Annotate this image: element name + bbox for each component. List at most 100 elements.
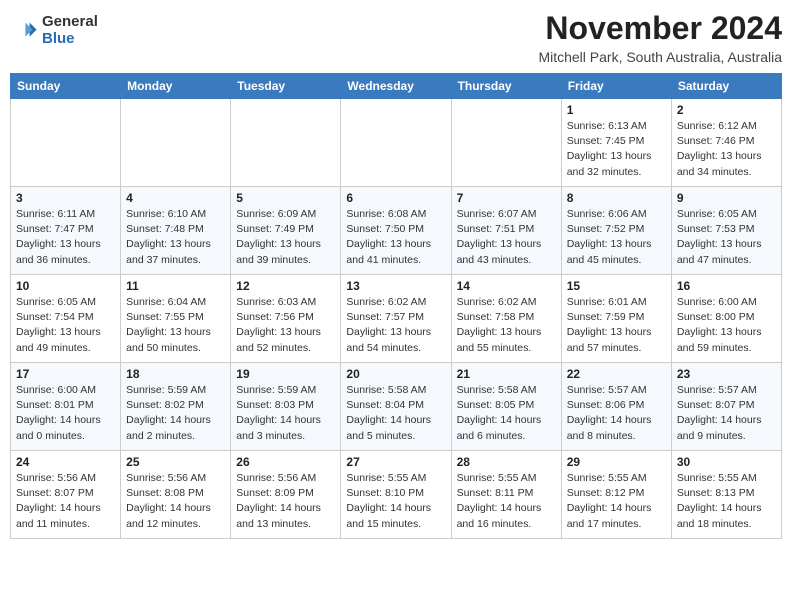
day-info: Sunrise: 5:56 AM Sunset: 8:09 PM Dayligh… — [236, 471, 335, 532]
calendar-table: SundayMondayTuesdayWednesdayThursdayFrid… — [10, 73, 782, 539]
day-number: 2 — [677, 103, 776, 117]
day-number: 4 — [126, 191, 225, 205]
day-info: Sunrise: 5:55 AM Sunset: 8:13 PM Dayligh… — [677, 471, 776, 532]
day-info: Sunrise: 5:58 AM Sunset: 8:04 PM Dayligh… — [346, 383, 445, 444]
calendar-cell: 10Sunrise: 6:05 AM Sunset: 7:54 PM Dayli… — [11, 275, 121, 363]
day-info: Sunrise: 6:02 AM Sunset: 7:57 PM Dayligh… — [346, 295, 445, 356]
day-info: Sunrise: 6:02 AM Sunset: 7:58 PM Dayligh… — [457, 295, 556, 356]
day-info: Sunrise: 6:12 AM Sunset: 7:46 PM Dayligh… — [677, 119, 776, 180]
calendar-cell: 20 Sunrise: 5:58 AM Sunset: 8:04 PM Dayli… — [341, 363, 451, 451]
day-info: Sunrise: 5:57 AM Sunset: 8:07 PM Dayligh… — [677, 383, 776, 444]
day-number: 25 — [126, 455, 225, 469]
day-number: 5 — [236, 191, 335, 205]
calendar-cell: 19 Sunrise: 5:59 AM Sunset: 8:03 PM Dayli… — [231, 363, 341, 451]
day-number: 3 — [16, 191, 115, 205]
calendar-cell: 15Sunrise: 6:01 AM Sunset: 7:59 PM Dayli… — [561, 275, 671, 363]
day-number: 6 — [346, 191, 445, 205]
calendar-cell: 30 Sunrise: 5:55 AM Sunset: 8:13 PM Dayli… — [671, 451, 781, 539]
day-info: Sunrise: 6:05 AM Sunset: 7:53 PM Dayligh… — [677, 207, 776, 268]
calendar-cell: 14Sunrise: 6:02 AM Sunset: 7:58 PM Dayli… — [451, 275, 561, 363]
column-header-monday: Monday — [121, 74, 231, 99]
calendar-cell: 9 Sunrise: 6:05 AM Sunset: 7:53 PM Daylig… — [671, 187, 781, 275]
calendar-header-row: SundayMondayTuesdayWednesdayThursdayFrid… — [11, 74, 782, 99]
day-number: 11 — [126, 279, 225, 293]
day-info: Sunrise: 6:06 AM Sunset: 7:52 PM Dayligh… — [567, 207, 666, 268]
logo-general-text: General — [42, 14, 98, 31]
day-number: 26 — [236, 455, 335, 469]
day-number: 20 — [346, 367, 445, 381]
calendar-cell: 16 Sunrise: 6:00 AM Sunset: 8:00 PM Dayli… — [671, 275, 781, 363]
calendar-cell: 12 Sunrise: 6:03 AM Sunset: 7:56 PM Dayli… — [231, 275, 341, 363]
day-number: 19 — [236, 367, 335, 381]
calendar-cell: 22Sunrise: 5:57 AM Sunset: 8:06 PM Dayli… — [561, 363, 671, 451]
day-number: 17 — [16, 367, 115, 381]
calendar-cell — [451, 99, 561, 187]
title-block: November 2024 Mitchell Park, South Austr… — [538, 10, 782, 65]
calendar-week-row: 17Sunrise: 6:00 AM Sunset: 8:01 PM Dayli… — [11, 363, 782, 451]
calendar-cell: 7 Sunrise: 6:07 AM Sunset: 7:51 PM Daylig… — [451, 187, 561, 275]
day-info: Sunrise: 6:07 AM Sunset: 7:51 PM Dayligh… — [457, 207, 556, 268]
day-number: 7 — [457, 191, 556, 205]
day-number: 30 — [677, 455, 776, 469]
calendar-cell: 13 Sunrise: 6:02 AM Sunset: 7:57 PM Dayli… — [341, 275, 451, 363]
day-number: 18 — [126, 367, 225, 381]
day-info: Sunrise: 5:59 AM Sunset: 8:03 PM Dayligh… — [236, 383, 335, 444]
calendar-cell: 1Sunrise: 6:13 AM Sunset: 7:45 PM Daylig… — [561, 99, 671, 187]
day-info: Sunrise: 6:05 AM Sunset: 7:54 PM Dayligh… — [16, 295, 115, 356]
logo-blue-text: Blue — [42, 31, 98, 48]
column-header-tuesday: Tuesday — [231, 74, 341, 99]
day-number: 23 — [677, 367, 776, 381]
calendar-cell: 3 Sunrise: 6:11 AM Sunset: 7:47 PM Daylig… — [11, 187, 121, 275]
calendar-week-row: 24Sunrise: 5:56 AM Sunset: 8:07 PM Dayli… — [11, 451, 782, 539]
day-info: Sunrise: 6:09 AM Sunset: 7:49 PM Dayligh… — [236, 207, 335, 268]
calendar-cell: 11 Sunrise: 6:04 AM Sunset: 7:55 PM Dayli… — [121, 275, 231, 363]
day-number: 16 — [677, 279, 776, 293]
day-number: 27 — [346, 455, 445, 469]
day-number: 1 — [567, 103, 666, 117]
day-info: Sunrise: 6:00 AM Sunset: 8:00 PM Dayligh… — [677, 295, 776, 356]
calendar-week-row: 1Sunrise: 6:13 AM Sunset: 7:45 PM Daylig… — [11, 99, 782, 187]
calendar-cell: 29 Sunrise: 5:55 AM Sunset: 8:12 PM Dayli… — [561, 451, 671, 539]
day-info: Sunrise: 6:03 AM Sunset: 7:56 PM Dayligh… — [236, 295, 335, 356]
calendar-cell: 28 Sunrise: 5:55 AM Sunset: 8:11 PM Dayli… — [451, 451, 561, 539]
day-number: 28 — [457, 455, 556, 469]
calendar-cell: 8 Sunrise: 6:06 AM Sunset: 7:52 PM Daylig… — [561, 187, 671, 275]
column-header-thursday: Thursday — [451, 74, 561, 99]
calendar-cell: 5 Sunrise: 6:09 AM Sunset: 7:49 PM Daylig… — [231, 187, 341, 275]
calendar-cell: 2 Sunrise: 6:12 AM Sunset: 7:46 PM Daylig… — [671, 99, 781, 187]
logo: General Blue — [10, 14, 98, 47]
day-number: 13 — [346, 279, 445, 293]
calendar-cell: 18 Sunrise: 5:59 AM Sunset: 8:02 PM Dayli… — [121, 363, 231, 451]
location-subtitle: Mitchell Park, South Australia, Australi… — [538, 49, 782, 65]
day-info: Sunrise: 6:04 AM Sunset: 7:55 PM Dayligh… — [126, 295, 225, 356]
calendar-cell — [341, 99, 451, 187]
calendar-cell — [231, 99, 341, 187]
calendar-cell: 24Sunrise: 5:56 AM Sunset: 8:07 PM Dayli… — [11, 451, 121, 539]
page-header: General Blue November 2024 Mitchell Park… — [10, 10, 782, 65]
logo-icon — [10, 17, 38, 45]
calendar-cell: 25 Sunrise: 5:56 AM Sunset: 8:08 PM Dayli… — [121, 451, 231, 539]
calendar-cell: 27Sunrise: 5:55 AM Sunset: 8:10 PM Dayli… — [341, 451, 451, 539]
calendar-week-row: 10Sunrise: 6:05 AM Sunset: 7:54 PM Dayli… — [11, 275, 782, 363]
day-number: 9 — [677, 191, 776, 205]
day-number: 29 — [567, 455, 666, 469]
month-title: November 2024 — [538, 10, 782, 47]
day-number: 21 — [457, 367, 556, 381]
day-number: 8 — [567, 191, 666, 205]
calendar-cell — [121, 99, 231, 187]
day-info: Sunrise: 5:59 AM Sunset: 8:02 PM Dayligh… — [126, 383, 225, 444]
day-info: Sunrise: 6:08 AM Sunset: 7:50 PM Dayligh… — [346, 207, 445, 268]
calendar-cell: 6 Sunrise: 6:08 AM Sunset: 7:50 PM Daylig… — [341, 187, 451, 275]
calendar-cell: 21Sunrise: 5:58 AM Sunset: 8:05 PM Dayli… — [451, 363, 561, 451]
day-number: 12 — [236, 279, 335, 293]
day-info: Sunrise: 6:01 AM Sunset: 7:59 PM Dayligh… — [567, 295, 666, 356]
day-info: Sunrise: 6:11 AM Sunset: 7:47 PM Dayligh… — [16, 207, 115, 268]
calendar-cell: 17Sunrise: 6:00 AM Sunset: 8:01 PM Dayli… — [11, 363, 121, 451]
day-info: Sunrise: 6:10 AM Sunset: 7:48 PM Dayligh… — [126, 207, 225, 268]
day-info: Sunrise: 5:56 AM Sunset: 8:07 PM Dayligh… — [16, 471, 115, 532]
day-info: Sunrise: 5:55 AM Sunset: 8:12 PM Dayligh… — [567, 471, 666, 532]
day-info: Sunrise: 5:56 AM Sunset: 8:08 PM Dayligh… — [126, 471, 225, 532]
calendar-cell: 26 Sunrise: 5:56 AM Sunset: 8:09 PM Dayli… — [231, 451, 341, 539]
day-info: Sunrise: 5:55 AM Sunset: 8:11 PM Dayligh… — [457, 471, 556, 532]
column-header-wednesday: Wednesday — [341, 74, 451, 99]
